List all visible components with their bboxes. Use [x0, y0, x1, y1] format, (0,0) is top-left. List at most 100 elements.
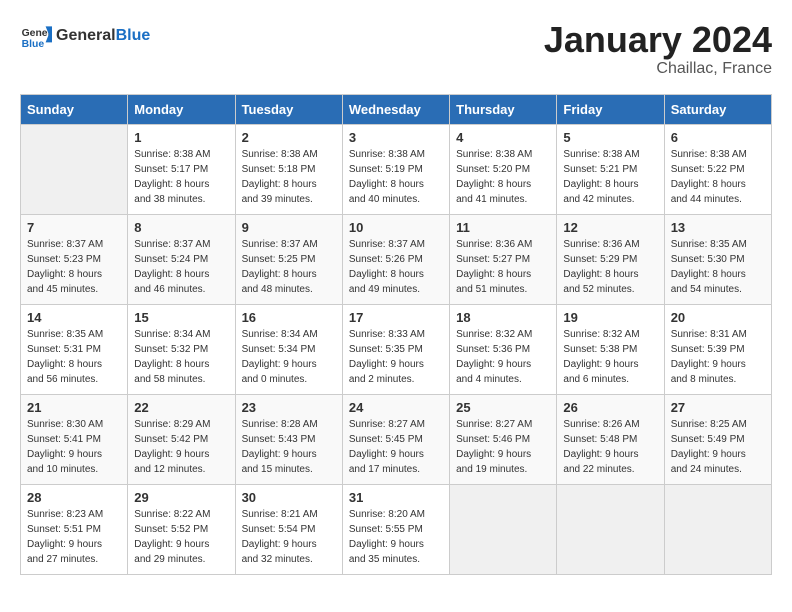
day-info: Sunrise: 8:27 AM Sunset: 5:45 PM Dayligh…	[349, 417, 443, 477]
sunrise-text: Sunrise: 8:28 AM	[242, 417, 336, 432]
daylight-text: Daylight: 9 hours and 10 minutes.	[27, 447, 121, 477]
sunrise-text: Sunrise: 8:38 AM	[671, 147, 765, 162]
calendar-day-19: 19 Sunrise: 8:32 AM Sunset: 5:38 PM Dayl…	[557, 304, 664, 394]
sunset-text: Sunset: 5:23 PM	[27, 252, 121, 267]
daylight-text: Daylight: 9 hours and 4 minutes.	[456, 357, 550, 387]
sunrise-text: Sunrise: 8:37 AM	[27, 237, 121, 252]
calendar-week-1: 1 Sunrise: 8:38 AM Sunset: 5:17 PM Dayli…	[21, 124, 772, 214]
weekday-header-sunday: Sunday	[21, 94, 128, 124]
calendar-day-28: 28 Sunrise: 8:23 AM Sunset: 5:51 PM Dayl…	[21, 484, 128, 574]
day-info: Sunrise: 8:38 AM Sunset: 5:19 PM Dayligh…	[349, 147, 443, 207]
calendar-day-9: 9 Sunrise: 8:37 AM Sunset: 5:25 PM Dayli…	[235, 214, 342, 304]
day-info: Sunrise: 8:37 AM Sunset: 5:24 PM Dayligh…	[134, 237, 228, 297]
daylight-text: Daylight: 9 hours and 8 minutes.	[671, 357, 765, 387]
calendar-week-5: 28 Sunrise: 8:23 AM Sunset: 5:51 PM Dayl…	[21, 484, 772, 574]
sunrise-text: Sunrise: 8:37 AM	[134, 237, 228, 252]
daylight-text: Daylight: 9 hours and 17 minutes.	[349, 447, 443, 477]
daylight-text: Daylight: 8 hours and 56 minutes.	[27, 357, 121, 387]
day-number: 4	[456, 130, 550, 145]
sunset-text: Sunset: 5:54 PM	[242, 522, 336, 537]
calendar-day-21: 21 Sunrise: 8:30 AM Sunset: 5:41 PM Dayl…	[21, 394, 128, 484]
calendar-day-3: 3 Sunrise: 8:38 AM Sunset: 5:19 PM Dayli…	[342, 124, 449, 214]
day-number: 22	[134, 400, 228, 415]
logo-blue-text: Blue	[116, 27, 151, 44]
daylight-text: Daylight: 8 hours and 54 minutes.	[671, 267, 765, 297]
sunset-text: Sunset: 5:34 PM	[242, 342, 336, 357]
day-number: 1	[134, 130, 228, 145]
sunrise-text: Sunrise: 8:38 AM	[563, 147, 657, 162]
calendar-day-11: 11 Sunrise: 8:36 AM Sunset: 5:27 PM Dayl…	[450, 214, 557, 304]
day-number: 27	[671, 400, 765, 415]
daylight-text: Daylight: 9 hours and 6 minutes.	[563, 357, 657, 387]
day-number: 12	[563, 220, 657, 235]
sunset-text: Sunset: 5:38 PM	[563, 342, 657, 357]
logo-general-text: General	[56, 27, 116, 44]
calendar-day-5: 5 Sunrise: 8:38 AM Sunset: 5:21 PM Dayli…	[557, 124, 664, 214]
weekday-header-friday: Friday	[557, 94, 664, 124]
calendar-week-4: 21 Sunrise: 8:30 AM Sunset: 5:41 PM Dayl…	[21, 394, 772, 484]
daylight-text: Daylight: 9 hours and 35 minutes.	[349, 537, 443, 567]
daylight-text: Daylight: 9 hours and 24 minutes.	[671, 447, 765, 477]
day-info: Sunrise: 8:32 AM Sunset: 5:38 PM Dayligh…	[563, 327, 657, 387]
calendar-day-6: 6 Sunrise: 8:38 AM Sunset: 5:22 PM Dayli…	[664, 124, 771, 214]
sunset-text: Sunset: 5:30 PM	[671, 252, 765, 267]
daylight-text: Daylight: 9 hours and 15 minutes.	[242, 447, 336, 477]
sunrise-text: Sunrise: 8:26 AM	[563, 417, 657, 432]
sunrise-text: Sunrise: 8:27 AM	[456, 417, 550, 432]
day-info: Sunrise: 8:34 AM Sunset: 5:34 PM Dayligh…	[242, 327, 336, 387]
daylight-text: Daylight: 8 hours and 41 minutes.	[456, 177, 550, 207]
day-number: 21	[27, 400, 121, 415]
sunrise-text: Sunrise: 8:21 AM	[242, 507, 336, 522]
daylight-text: Daylight: 8 hours and 39 minutes.	[242, 177, 336, 207]
day-info: Sunrise: 8:32 AM Sunset: 5:36 PM Dayligh…	[456, 327, 550, 387]
day-info: Sunrise: 8:22 AM Sunset: 5:52 PM Dayligh…	[134, 507, 228, 567]
day-info: Sunrise: 8:33 AM Sunset: 5:35 PM Dayligh…	[349, 327, 443, 387]
day-number: 11	[456, 220, 550, 235]
day-info: Sunrise: 8:37 AM Sunset: 5:26 PM Dayligh…	[349, 237, 443, 297]
day-number: 16	[242, 310, 336, 325]
sunrise-text: Sunrise: 8:37 AM	[349, 237, 443, 252]
day-number: 7	[27, 220, 121, 235]
logo: General Blue GeneralBlue	[20, 20, 150, 52]
sunset-text: Sunset: 5:42 PM	[134, 432, 228, 447]
day-info: Sunrise: 8:37 AM Sunset: 5:23 PM Dayligh…	[27, 237, 121, 297]
calendar-day-10: 10 Sunrise: 8:37 AM Sunset: 5:26 PM Dayl…	[342, 214, 449, 304]
weekday-header-thursday: Thursday	[450, 94, 557, 124]
day-info: Sunrise: 8:31 AM Sunset: 5:39 PM Dayligh…	[671, 327, 765, 387]
day-number: 23	[242, 400, 336, 415]
calendar-day-20: 20 Sunrise: 8:31 AM Sunset: 5:39 PM Dayl…	[664, 304, 771, 394]
daylight-text: Daylight: 9 hours and 19 minutes.	[456, 447, 550, 477]
day-number: 6	[671, 130, 765, 145]
sunrise-text: Sunrise: 8:31 AM	[671, 327, 765, 342]
day-info: Sunrise: 8:38 AM Sunset: 5:21 PM Dayligh…	[563, 147, 657, 207]
calendar-day-24: 24 Sunrise: 8:27 AM Sunset: 5:45 PM Dayl…	[342, 394, 449, 484]
day-number: 10	[349, 220, 443, 235]
sunrise-text: Sunrise: 8:35 AM	[27, 327, 121, 342]
calendar-day-8: 8 Sunrise: 8:37 AM Sunset: 5:24 PM Dayli…	[128, 214, 235, 304]
day-number: 20	[671, 310, 765, 325]
sunset-text: Sunset: 5:43 PM	[242, 432, 336, 447]
calendar-empty-cell	[664, 484, 771, 574]
sunset-text: Sunset: 5:52 PM	[134, 522, 228, 537]
sunrise-text: Sunrise: 8:35 AM	[671, 237, 765, 252]
day-number: 5	[563, 130, 657, 145]
sunset-text: Sunset: 5:46 PM	[456, 432, 550, 447]
sunset-text: Sunset: 5:49 PM	[671, 432, 765, 447]
sunset-text: Sunset: 5:35 PM	[349, 342, 443, 357]
calendar-day-12: 12 Sunrise: 8:36 AM Sunset: 5:29 PM Dayl…	[557, 214, 664, 304]
sunrise-text: Sunrise: 8:30 AM	[27, 417, 121, 432]
page-header: General Blue GeneralBlue January 2024 Ch…	[20, 20, 772, 78]
day-number: 2	[242, 130, 336, 145]
sunrise-text: Sunrise: 8:38 AM	[242, 147, 336, 162]
calendar-day-30: 30 Sunrise: 8:21 AM Sunset: 5:54 PM Dayl…	[235, 484, 342, 574]
daylight-text: Daylight: 8 hours and 51 minutes.	[456, 267, 550, 297]
daylight-text: Daylight: 8 hours and 58 minutes.	[134, 357, 228, 387]
sunrise-text: Sunrise: 8:23 AM	[27, 507, 121, 522]
sunset-text: Sunset: 5:21 PM	[563, 162, 657, 177]
calendar-day-26: 26 Sunrise: 8:26 AM Sunset: 5:48 PM Dayl…	[557, 394, 664, 484]
day-number: 13	[671, 220, 765, 235]
calendar-day-25: 25 Sunrise: 8:27 AM Sunset: 5:46 PM Dayl…	[450, 394, 557, 484]
sunset-text: Sunset: 5:27 PM	[456, 252, 550, 267]
day-number: 30	[242, 490, 336, 505]
sunset-text: Sunset: 5:18 PM	[242, 162, 336, 177]
